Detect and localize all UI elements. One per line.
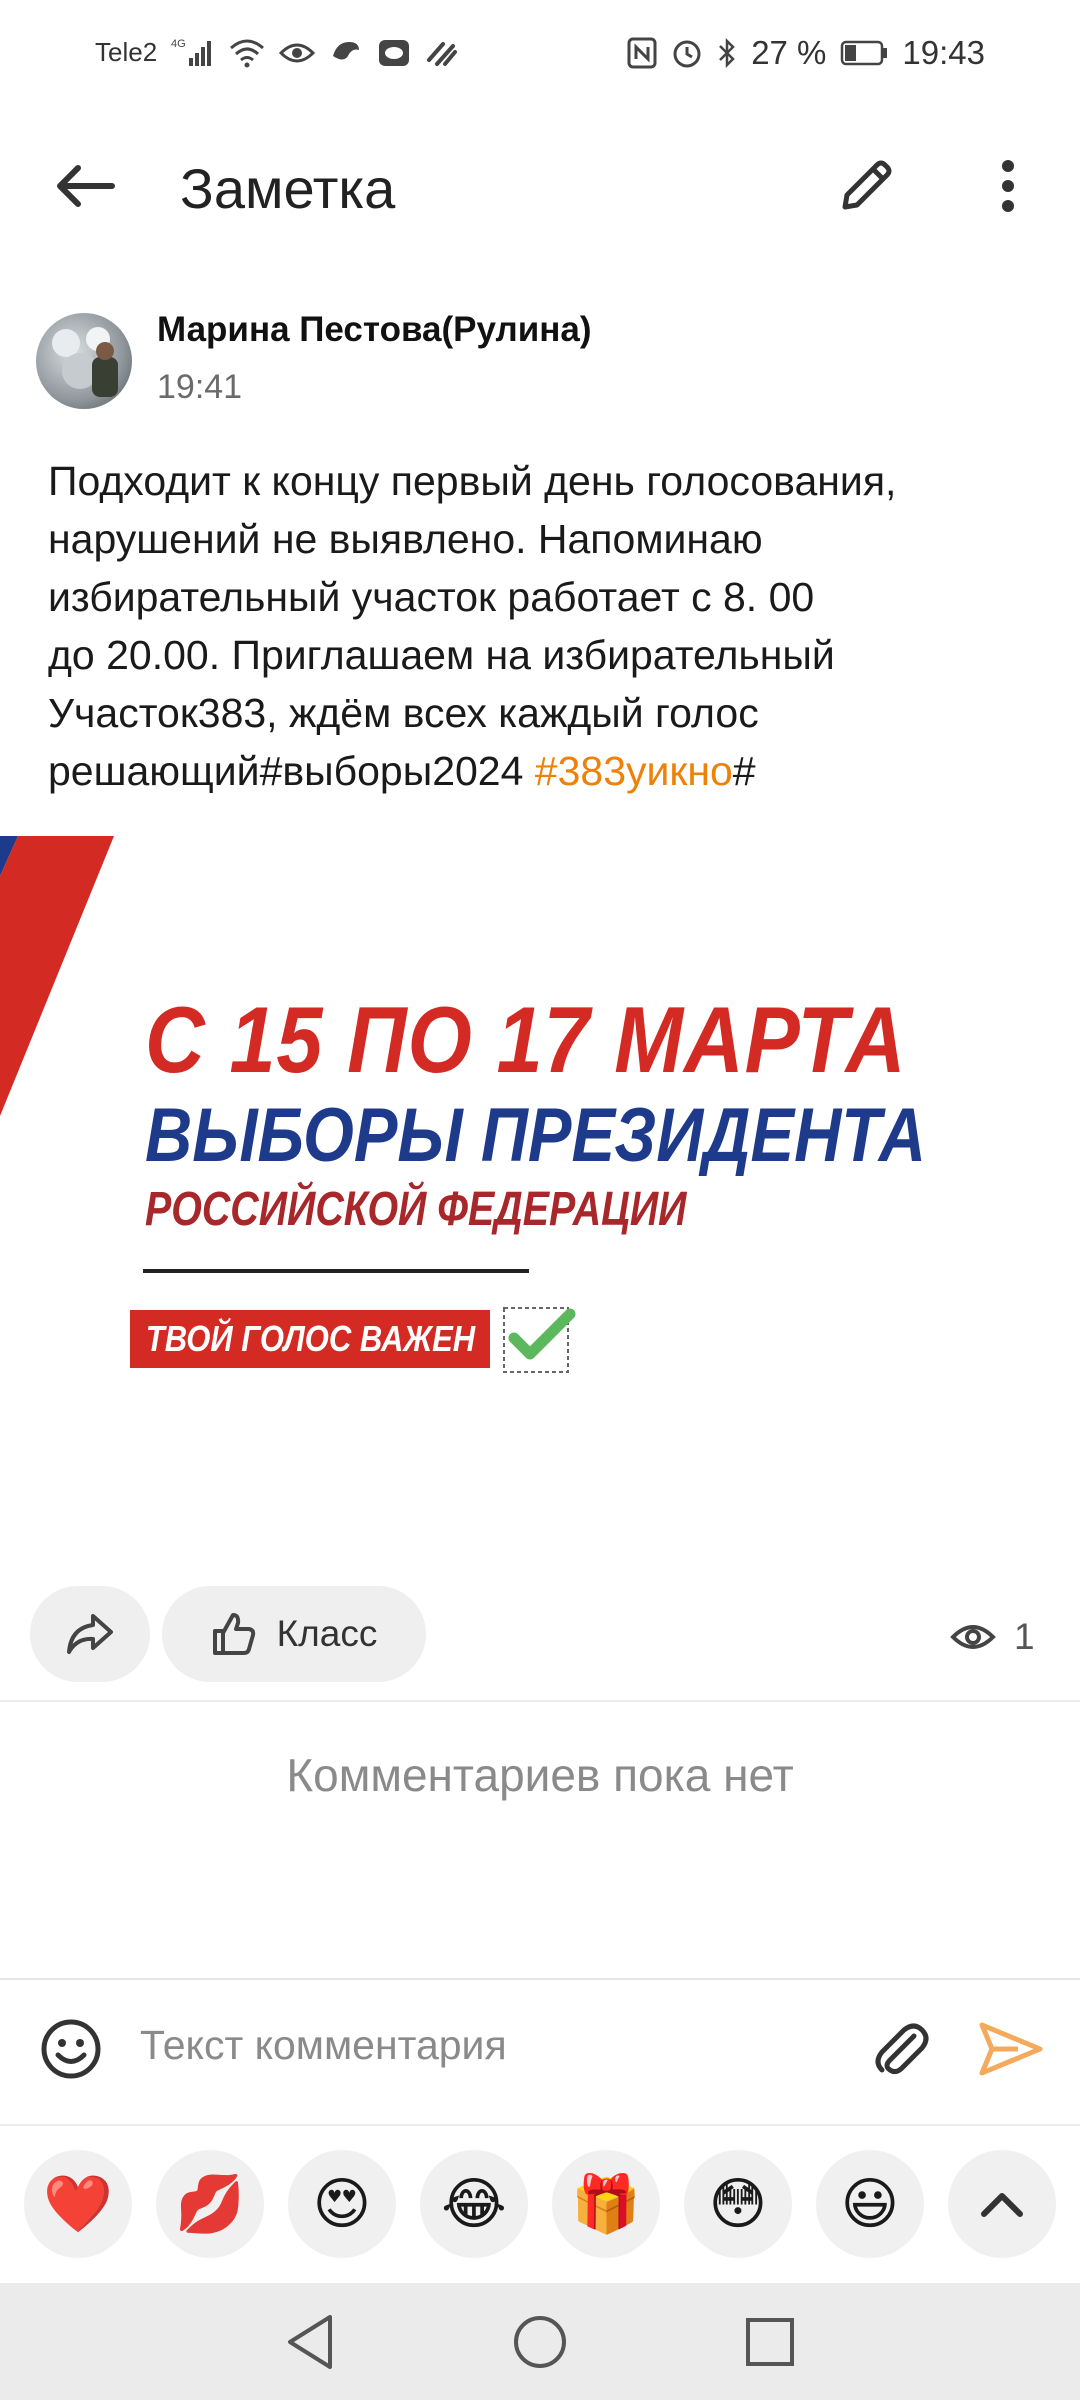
edit-button[interactable] (830, 150, 902, 222)
nav-recents-button[interactable] (735, 2307, 805, 2377)
banner-divider (143, 1269, 529, 1273)
paperclip-icon (875, 2023, 929, 2075)
attach-button[interactable] (866, 2014, 936, 2084)
signal-icon: 4G (171, 36, 215, 70)
clock: 19:43 (902, 33, 985, 71)
like-label: Класс (276, 1613, 378, 1654)
banner-badge-text: ТВОЙ ГОЛОС ВАЖЕН (145, 1318, 475, 1359)
post-text-line: Подходит к концу первый день голосования… (48, 458, 897, 504)
post-text-line: нарушений не выявлено. Напоминаю (48, 516, 763, 562)
eye-status-icon (279, 40, 316, 66)
battery-icon (840, 39, 888, 67)
banner-subheading: РОССИЙСКОЙ ФЕДЕРАЦИИ (145, 1183, 687, 1236)
divider (0, 1700, 1080, 1702)
like-button[interactable]: Класс (162, 1586, 426, 1682)
reaction-smile[interactable]: 😃 (816, 2150, 924, 2258)
chevron-up-icon (981, 2193, 1023, 2217)
more-options-button[interactable] (980, 150, 1036, 222)
ok-notification-icon (425, 38, 459, 68)
eye-icon (950, 1625, 996, 1649)
banner-heading: ВЫБОРЫ ПРЕЗИДЕНТА (145, 1093, 926, 1178)
reaction-tears-of-joy[interactable]: 😂 (420, 2150, 528, 2258)
vk-notification-icon (377, 38, 411, 68)
nfc-icon (627, 37, 657, 69)
reaction-gift[interactable]: 🎁 (552, 2150, 660, 2258)
circle-home-icon (514, 2316, 566, 2368)
quick-reactions: ❤️ 💋 😍 😂 🎁 😳 😃 (0, 2150, 1080, 2260)
post-text-line: Участок383, ждём всех каждый голос (48, 690, 759, 736)
system-nav-bar (0, 2283, 1080, 2400)
post-time: 19:41 (157, 368, 243, 406)
send-icon (979, 2022, 1043, 2076)
views-count: 1 (1014, 1616, 1035, 1657)
page-title: Заметка (180, 157, 396, 220)
carrier-label: Tele2 (95, 37, 158, 67)
triangle-back-icon (288, 2315, 332, 2369)
post-text-line: решающий#выборы2024 #383уикно# (48, 742, 1048, 800)
battery-percent: 27 % (751, 33, 827, 71)
svg-text:4G: 4G (171, 38, 186, 50)
back-button[interactable] (48, 150, 120, 222)
avatar[interactable] (36, 313, 132, 409)
pencil-icon (842, 160, 892, 210)
send-button[interactable] (974, 2014, 1048, 2084)
bluetooth-icon (717, 37, 737, 69)
reaction-heart[interactable]: ❤️ (24, 2150, 132, 2258)
alarm-icon (671, 37, 703, 69)
arrow-back-icon (57, 165, 115, 207)
status-bar: Tele2 4G 27 % 19:43 (0, 0, 1080, 105)
share-arrow-icon (67, 1614, 113, 1654)
reaction-kiss[interactable]: 💋 (156, 2150, 264, 2258)
banner-badge: ТВОЙ ГОЛОС ВАЖЕН (130, 1310, 490, 1368)
checkbox-check-icon (503, 1307, 576, 1373)
views-counter: 1 (950, 1616, 1035, 1658)
post-image[interactable]: С 15 ПО 17 МАРТА ВЫБОРЫ ПРЕЗИДЕНТА РОССИ… (0, 836, 1080, 1548)
comment-input[interactable] (140, 2010, 840, 2080)
reaction-flushed[interactable]: 😳 (684, 2150, 792, 2258)
reaction-heart-eyes[interactable]: 😍 (288, 2150, 396, 2258)
no-comments-text: Комментариев пока нет (286, 1749, 794, 1801)
post-text-tail: # (732, 748, 756, 794)
banner-dates: С 15 ПО 17 МАРТА (145, 987, 907, 1092)
hashtag-link[interactable]: #383уикно (535, 748, 733, 794)
share-button[interactable] (30, 1586, 150, 1682)
post-actions: Класс 1 (0, 1582, 1080, 1682)
nav-back-button[interactable] (275, 2307, 345, 2377)
post-text: Подходит к концу первый день голосования… (48, 452, 1048, 800)
expand-reactions-button[interactable] (948, 2150, 1056, 2258)
emoji-button[interactable] (38, 2016, 104, 2082)
top-app-bar: Заметка (0, 120, 1080, 260)
divider (0, 2124, 1080, 2126)
comment-bar (0, 1980, 1080, 2110)
flag-stripes-graphic (0, 836, 114, 1116)
app-notification-icon (329, 38, 363, 68)
author-name[interactable]: Марина Пестова(Рулина) (157, 310, 592, 350)
post-text-last: решающий#выборы2024 (48, 748, 535, 794)
square-recents-icon (746, 2318, 794, 2366)
more-vertical-icon (1002, 160, 1014, 212)
post-text-line: до 20.00. Приглашаем на избирательный (48, 632, 835, 678)
wifi-icon (229, 38, 265, 68)
smiley-icon (41, 2019, 101, 2079)
nav-home-button[interactable] (505, 2307, 575, 2377)
thumbs-up-icon (212, 1613, 255, 1655)
post-text-line: избирательный участок работает с 8. 00 (48, 574, 815, 620)
